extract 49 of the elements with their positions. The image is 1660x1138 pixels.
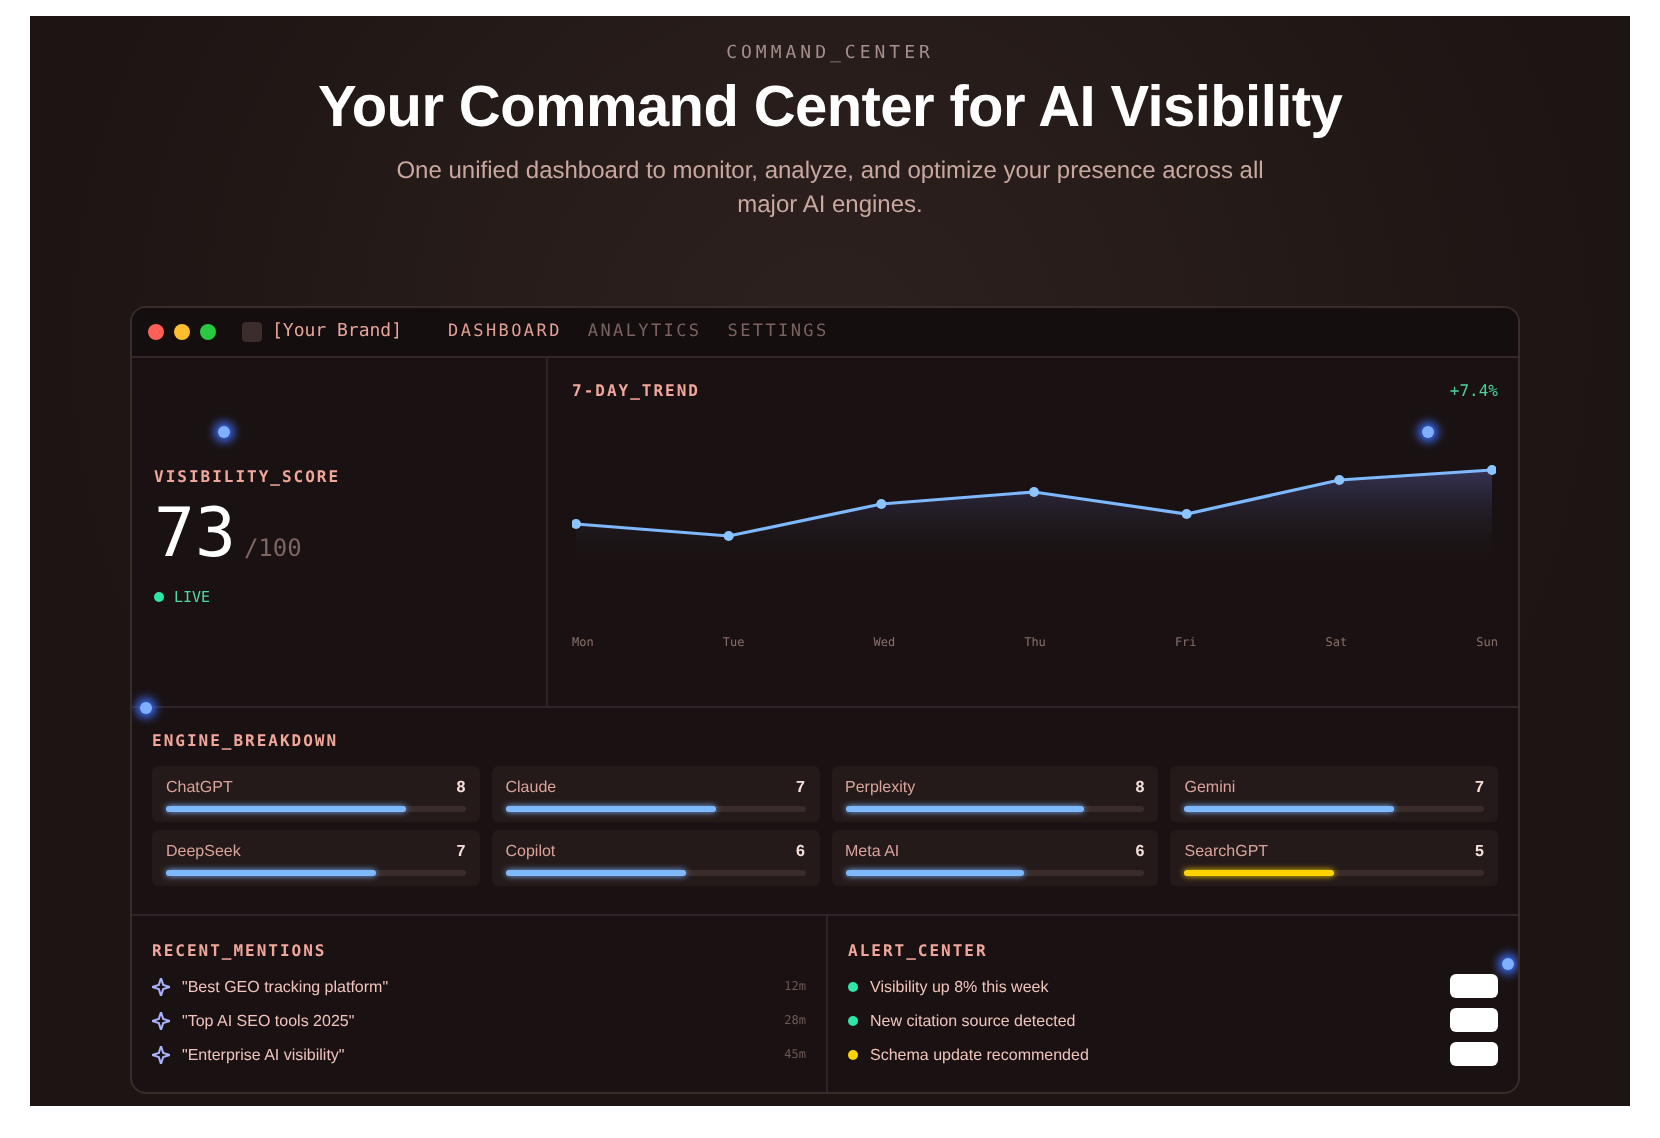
trend-change: +7.4% xyxy=(1449,382,1498,400)
logo-icon xyxy=(242,322,262,342)
panel-title: 7-DAY_TREND xyxy=(572,382,700,400)
mention-text: "Best GEO tracking platform" xyxy=(182,977,391,995)
status-dot xyxy=(154,592,164,602)
mention-text: "Top AI SEO tools 2025" xyxy=(182,1011,357,1029)
maximize-icon[interactable] xyxy=(200,324,216,340)
glow-dot xyxy=(1502,958,1514,970)
panel-title: RECENT_MENTIONS xyxy=(152,942,329,960)
score-max: /100 xyxy=(243,534,302,562)
engine-name: Meta AI xyxy=(845,842,900,860)
nav-tab[interactable]: ANALYTICS xyxy=(587,322,702,342)
panel-title: ALERT_CENTER xyxy=(848,942,990,960)
mention-text: "Enterprise AI visibility" xyxy=(182,1045,347,1063)
engine-name: Gemini xyxy=(1184,778,1236,796)
engine-score: 7 xyxy=(1475,778,1484,796)
alert-text: Visibility up 8% this week xyxy=(870,977,1051,995)
engine-name: Claude xyxy=(505,778,557,796)
alert-action-button[interactable] xyxy=(1450,974,1498,998)
close-icon[interactable] xyxy=(148,324,164,340)
engine-score: 6 xyxy=(796,842,805,860)
glow-dot xyxy=(218,426,230,438)
engine-score: 6 xyxy=(1135,842,1145,860)
glow-dot xyxy=(140,702,152,714)
page-headline: Your Command Center for AI Visibility xyxy=(317,76,1343,142)
engine-score: 8 xyxy=(456,778,466,796)
brand-name: [Your Brand] xyxy=(272,322,403,342)
panel-title: ENGINE_BREAKDOWN xyxy=(152,732,341,750)
engine-name: ChatGPT xyxy=(166,778,233,796)
engine-score: 7 xyxy=(456,842,466,860)
alert-text: New citation source detected xyxy=(870,1011,1078,1029)
engine-score: 8 xyxy=(1135,778,1145,796)
engine-name: SearchGPT xyxy=(1184,842,1269,860)
panel-title: VISIBILITY_SCORE xyxy=(154,468,343,486)
page-subtitle: One unified dashboard to monitor, analyze, and optimize your presence across all major AI engines. xyxy=(394,154,1266,222)
engine-name: Copilot xyxy=(505,842,556,860)
section-eyebrow: COMMAND_CENTER xyxy=(726,44,934,64)
nav-tab[interactable]: SETTINGS xyxy=(727,322,829,342)
alert-text: Schema update recommended xyxy=(870,1045,1091,1063)
alert-action-button[interactable] xyxy=(1450,1008,1498,1032)
nav-tab[interactable]: DASHBOARD xyxy=(448,322,562,342)
engine-name: DeepSeek xyxy=(166,842,241,860)
engine-score: 7 xyxy=(796,778,805,796)
score-value: 73 xyxy=(154,494,236,574)
minimize-icon[interactable] xyxy=(174,324,190,340)
engine-score: 5 xyxy=(1475,842,1484,860)
alert-action-button[interactable] xyxy=(1450,1042,1498,1066)
engine-name: Perplexity xyxy=(845,778,916,796)
glow-dot xyxy=(1422,426,1434,438)
